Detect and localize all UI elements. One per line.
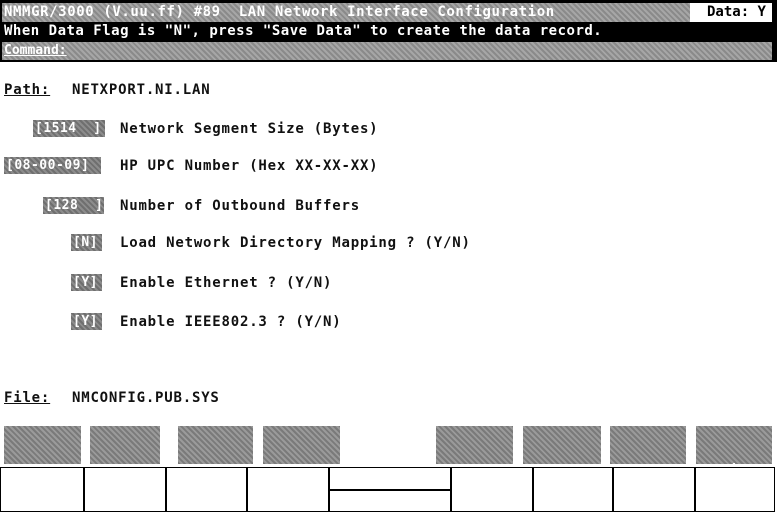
command-line[interactable]: Command:	[2, 42, 772, 60]
path-label: Path:	[4, 82, 51, 98]
go-to-internet-button[interactable]: Go To INTERNET	[178, 426, 253, 495]
enable-ieee8023-label: Enable IEEE802.3 ? (Y/N)	[120, 314, 342, 330]
header-band: NMMGR/3000 (V.uu.ff) #89 LAN Network Int…	[0, 0, 777, 62]
file-value: NMCONFIG.PUB.SYS	[72, 390, 220, 406]
command-label: Command:	[4, 43, 67, 58]
key-cell	[167, 468, 248, 511]
key-cell	[85, 468, 167, 511]
data-flag: Data: Y	[706, 4, 766, 20]
outbound-buffers-field[interactable]: [128 ]	[43, 197, 104, 214]
directory-mapping-label: Load Network Directory Mapping ? (Y/N)	[120, 235, 471, 251]
go-to-protocol-button[interactable]: Go To PROTOCOL	[4, 426, 81, 495]
status-message: When Data Flag is "N", press "Save Data"…	[4, 23, 603, 39]
directory-mapping-field[interactable]: [N]	[71, 234, 102, 251]
go-to-link-button[interactable]: Go To LINK	[90, 426, 160, 495]
enable-ethernet-label: Enable Ethernet ? (Y/N)	[120, 275, 333, 291]
key-cell	[248, 468, 330, 511]
softkey-5-blank[interactable]	[436, 426, 513, 464]
enable-ieee8023-field[interactable]: [Y]	[71, 313, 102, 330]
screen-title: NMMGR/3000 (V.uu.ff) #89 LAN Network Int…	[4, 4, 555, 20]
outbound-buffers-label: Number of Outbound Buffers	[120, 198, 360, 214]
softkey-bar: Go To PROTOCOL Go To LINK Go To INTERNET Sa…	[0, 426, 777, 495]
key-cell	[452, 468, 534, 511]
key-cell	[534, 468, 614, 511]
path-value: NETXPORT.NI.LAN	[72, 82, 211, 98]
help-button[interactable]: Help	[610, 426, 686, 478]
key-cell	[614, 468, 696, 511]
title-bar: NMMGR/3000 (V.uu.ff) #89 LAN Network Int…	[2, 3, 772, 22]
upc-number-field[interactable]: [08-00-09]	[4, 157, 101, 174]
upc-number-label: HP UPC Number (Hex XX-XX-XX)	[120, 158, 379, 174]
save-data-button[interactable]: Save Data	[523, 426, 601, 495]
prior-screen-button[interactable]: Prior Screen	[696, 426, 772, 495]
segment-size-label: Network Segment Size (Bytes)	[120, 121, 379, 137]
terminal-screen: NMMGR/3000 (V.uu.ff) #89 LAN Network Int…	[0, 0, 777, 514]
grid-divider	[330, 489, 450, 491]
function-key-grid	[0, 467, 775, 512]
segment-size-field[interactable]: [1514 ]	[33, 120, 105, 137]
softkey-4-blank[interactable]	[263, 426, 340, 464]
file-label: File:	[4, 390, 51, 406]
enable-ethernet-field[interactable]: [Y]	[71, 274, 102, 291]
key-cell	[1, 468, 85, 511]
